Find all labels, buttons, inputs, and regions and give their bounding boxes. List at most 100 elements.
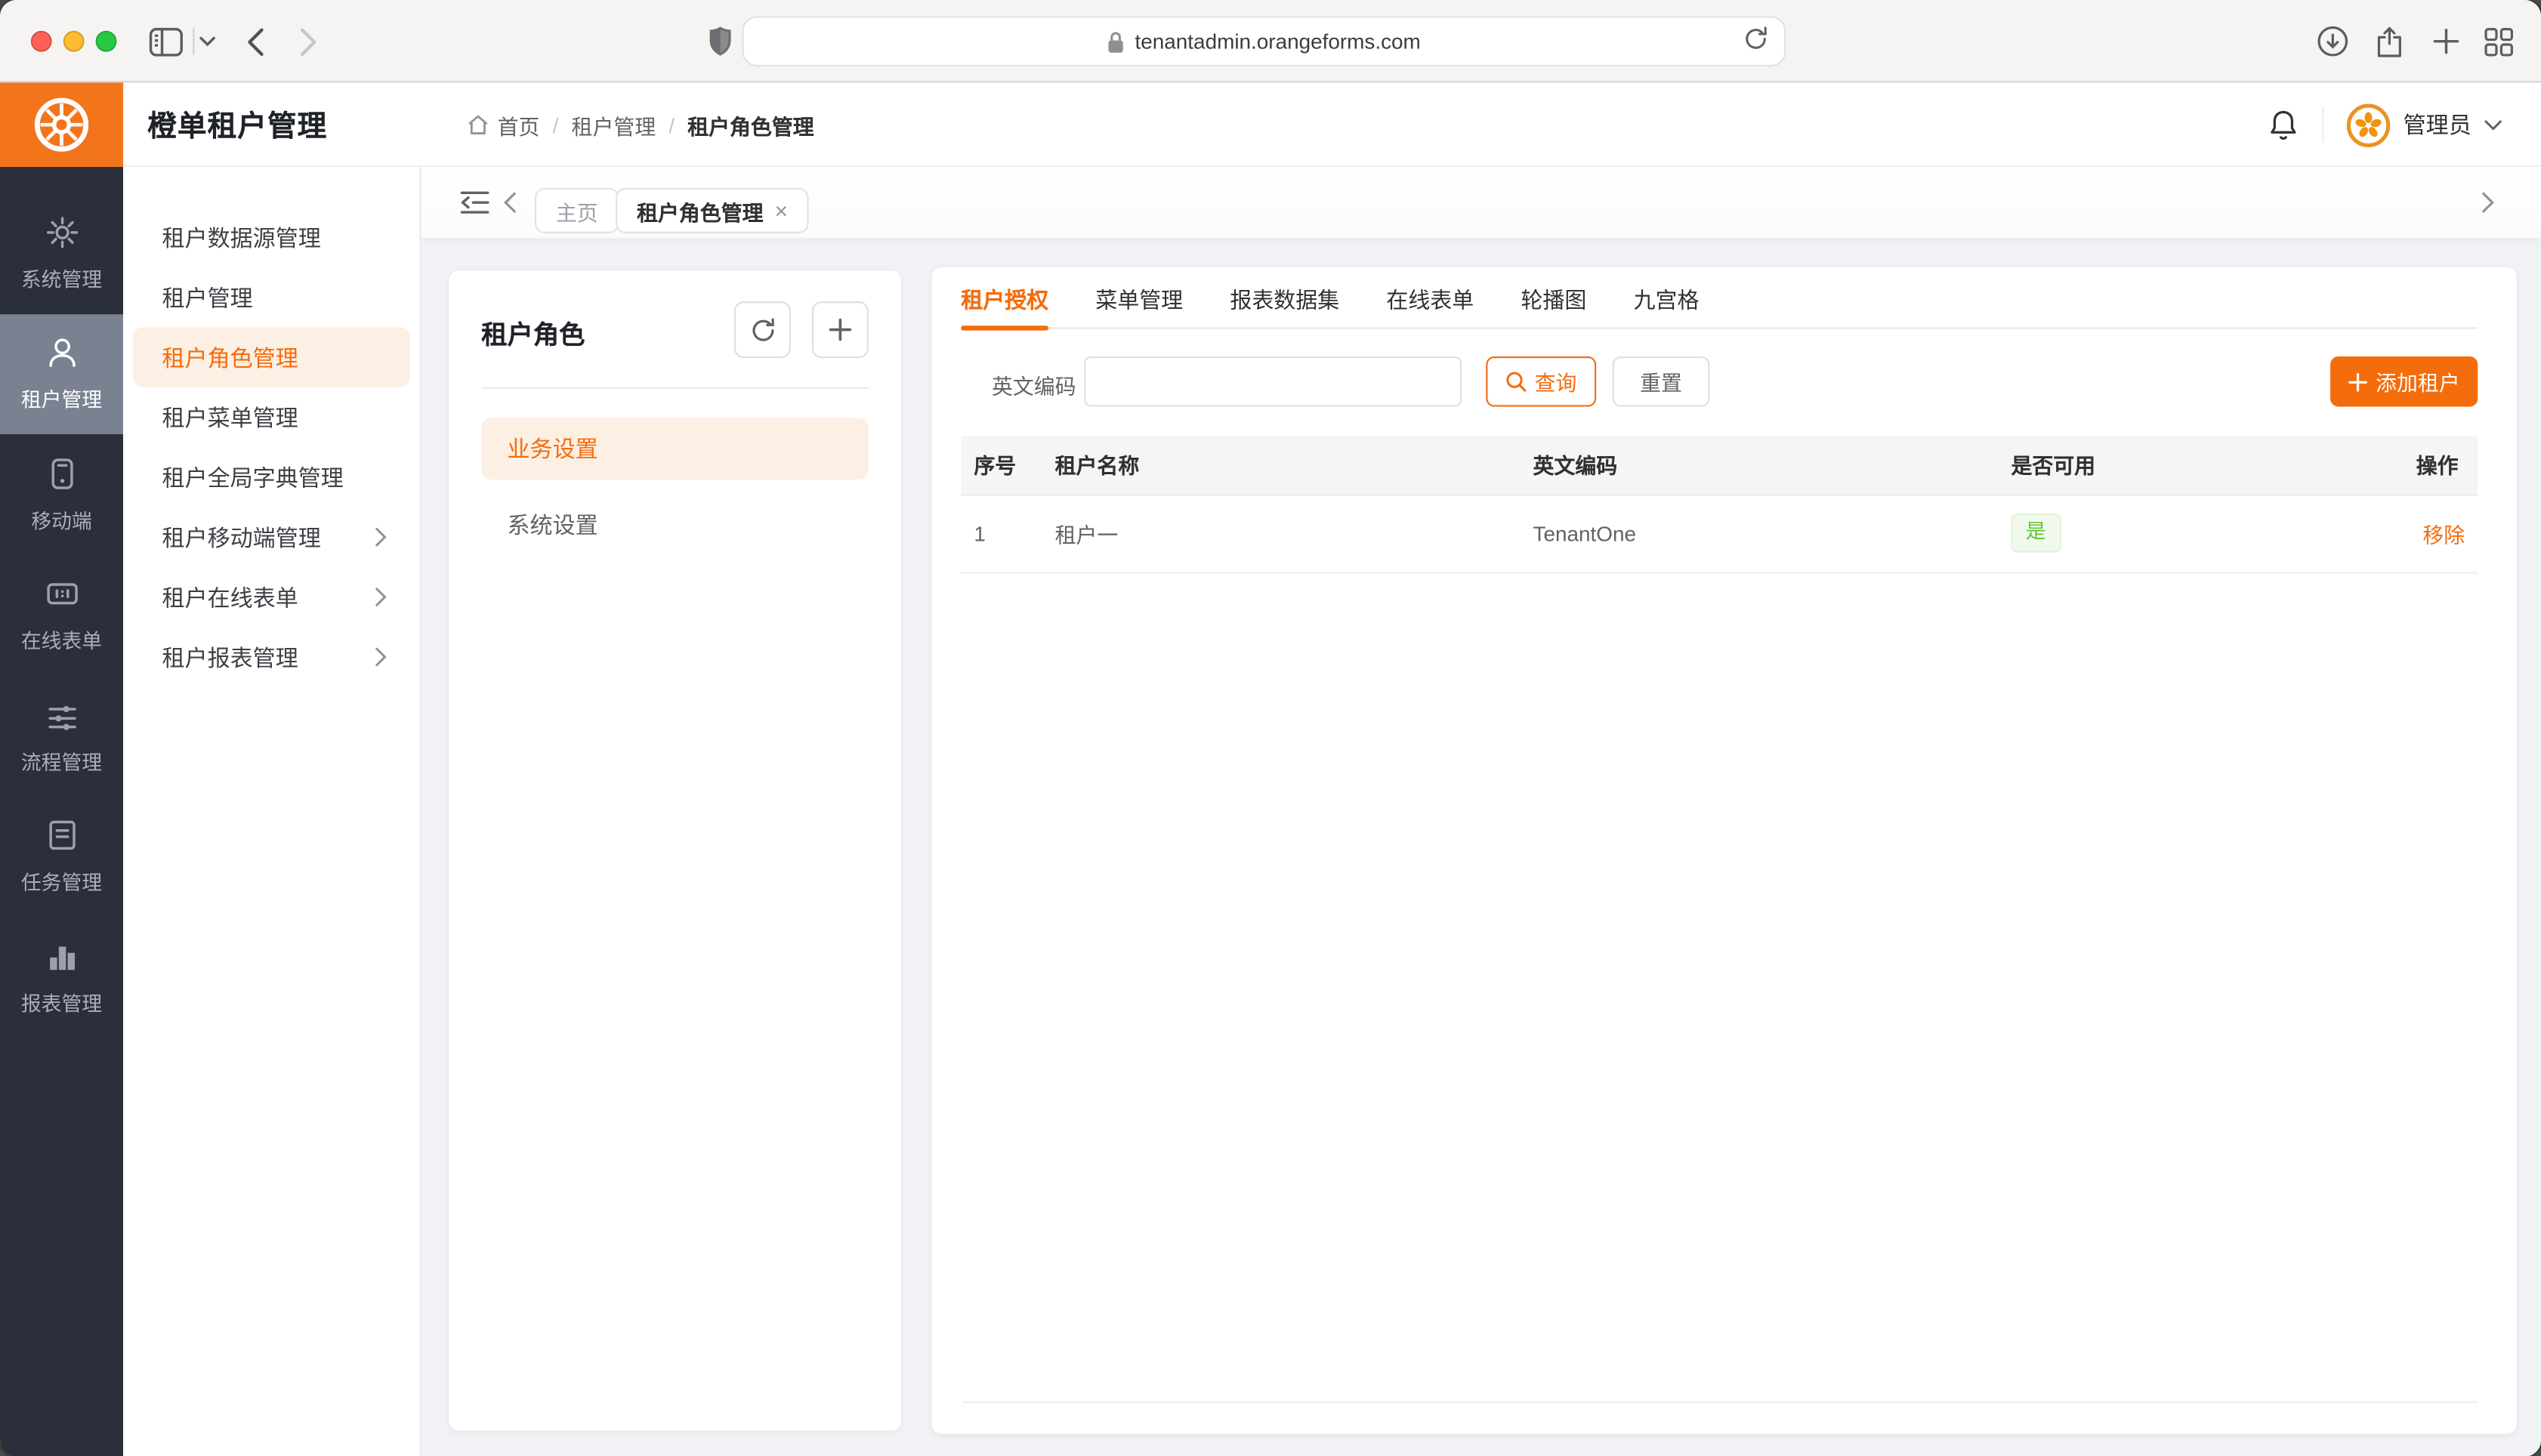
forward-icon[interactable] bbox=[293, 0, 323, 82]
col-header-action: 操作 bbox=[2404, 436, 2478, 494]
lock-icon bbox=[1107, 30, 1125, 53]
tab-home[interactable]: 主页 bbox=[535, 188, 619, 233]
chart-icon bbox=[43, 938, 80, 975]
breadcrumb-separator: / bbox=[553, 113, 559, 137]
breadcrumb: 首页 / 租户管理 / 租户角色管理 bbox=[467, 82, 814, 167]
table-bottom-divider bbox=[962, 1402, 2478, 1403]
rail-item-mobile[interactable]: 移动端 bbox=[0, 434, 123, 555]
app-header: 橙单租户管理 首页 / 租户管理 / 租户角色管理 bbox=[0, 82, 2541, 167]
rail-item-process[interactable]: 流程管理 bbox=[0, 676, 123, 797]
refresh-button[interactable] bbox=[734, 301, 791, 358]
notification-bell-icon[interactable] bbox=[2267, 108, 2299, 142]
fold-menu-icon[interactable] bbox=[460, 167, 489, 238]
breadcrumb-home[interactable]: 首页 bbox=[467, 110, 540, 140]
tenant-role-title: 租户角色 bbox=[481, 313, 585, 351]
table-row: 1 租户一 TenantOne 是 移除 bbox=[961, 494, 2478, 572]
submenu-item-online-form[interactable]: 租户在线表单 bbox=[133, 567, 410, 627]
submenu-item-tenant[interactable]: 租户管理 bbox=[133, 267, 410, 327]
tab-report-dataset[interactable]: 报表数据集 bbox=[1230, 267, 1339, 329]
plus-icon bbox=[2348, 372, 2368, 391]
col-header-name: 租户名称 bbox=[1042, 436, 1520, 494]
status-badge: 是 bbox=[2011, 514, 2060, 552]
breadcrumb-tenant-mgmt[interactable]: 租户管理 bbox=[572, 110, 656, 140]
icon-rail: 系统管理 租户管理 移动端 在线表单 流程管理 bbox=[0, 167, 123, 1456]
submenu-item-tenant-menu[interactable]: 租户菜单管理 bbox=[133, 387, 410, 447]
avatar bbox=[2347, 103, 2391, 147]
toolbar-divider bbox=[193, 27, 194, 54]
submenu-item-report-mgmt[interactable]: 租户报表管理 bbox=[133, 627, 410, 686]
home-icon bbox=[467, 113, 489, 136]
username-label: 管理员 bbox=[2404, 109, 2472, 141]
chevron-down-icon bbox=[2484, 119, 2502, 131]
content-area: 主页 租户角色管理 × 租户角色 bbox=[421, 167, 2541, 1456]
sidebar-toggle-icon[interactable] bbox=[146, 0, 184, 82]
tab-nine-grid[interactable]: 九宫格 bbox=[1634, 267, 1700, 329]
tenant-role-panel-header: 租户角色 bbox=[481, 270, 869, 389]
back-icon[interactable] bbox=[240, 0, 270, 82]
tenant-role-panel: 租户角色 业务设置 系统设置 bbox=[449, 270, 901, 1430]
chevron-right-icon bbox=[375, 587, 387, 608]
col-header-code: 英文编码 bbox=[1520, 436, 1998, 494]
rail-item-report[interactable]: 报表管理 bbox=[0, 917, 123, 1038]
chevron-right-icon bbox=[375, 526, 387, 548]
add-tenant-button[interactable]: 添加租户 bbox=[2330, 356, 2478, 407]
role-item-business-settings[interactable]: 业务设置 bbox=[481, 418, 869, 480]
safari-window: tenantadmin.orangeforms.com bbox=[0, 0, 2541, 1456]
close-window-button[interactable] bbox=[31, 31, 52, 52]
rail-item-online-form[interactable]: 在线表单 bbox=[0, 555, 123, 676]
share-icon[interactable] bbox=[2373, 0, 2405, 82]
reload-icon[interactable] bbox=[1743, 26, 1768, 57]
role-item-system-settings[interactable]: 系统设置 bbox=[481, 494, 869, 556]
sliders-icon bbox=[43, 696, 80, 733]
orange-wheel-icon bbox=[27, 91, 95, 159]
remove-link[interactable]: 移除 bbox=[2422, 523, 2465, 547]
tab-overview-icon[interactable] bbox=[2483, 0, 2515, 82]
add-role-button[interactable] bbox=[812, 301, 869, 358]
gear-icon bbox=[43, 214, 80, 251]
macos-window-viewport: tenantadmin.orangeforms.com bbox=[0, 0, 2541, 1456]
user-menu[interactable]: 管理员 bbox=[2347, 103, 2502, 147]
rail-item-system[interactable]: 系统管理 bbox=[0, 193, 123, 313]
privacy-shield-icon[interactable] bbox=[703, 0, 736, 82]
rail-item-task[interactable]: 任务管理 bbox=[0, 796, 123, 917]
submenu-item-datasource[interactable]: 租户数据源管理 bbox=[133, 208, 410, 267]
tenant-auth-panel: 租户授权 菜单管理 报表数据集 在线表单 轮播图 九宫格 英文编码 查询 重置 … bbox=[932, 267, 2517, 1434]
browser-toolbar: tenantadmin.orangeforms.com bbox=[0, 0, 2541, 82]
new-tab-icon[interactable] bbox=[2429, 0, 2462, 82]
cell-english-code: TenantOne bbox=[1520, 494, 1998, 572]
reset-button[interactable]: 重置 bbox=[1613, 356, 1710, 407]
tab-tenant-auth[interactable]: 租户授权 bbox=[961, 267, 1048, 329]
url-bar[interactable]: tenantadmin.orangeforms.com bbox=[743, 16, 1786, 66]
user-icon bbox=[43, 334, 80, 371]
tab-online-form[interactable]: 在线表单 bbox=[1386, 267, 1474, 329]
col-header-available: 是否可用 bbox=[1998, 436, 2403, 494]
zoom-window-button[interactable] bbox=[96, 31, 117, 52]
downloads-icon[interactable] bbox=[2316, 0, 2348, 82]
submenu-item-dict[interactable]: 租户全局字典管理 bbox=[133, 447, 410, 507]
search-icon bbox=[1505, 371, 1527, 392]
tab-tenant-role-mgmt[interactable]: 租户角色管理 × bbox=[616, 188, 809, 233]
tab-menu-mgmt[interactable]: 菜单管理 bbox=[1095, 267, 1183, 329]
query-button[interactable]: 查询 bbox=[1486, 356, 1596, 407]
cell-tenant-name: 租户一 bbox=[1042, 494, 1520, 572]
rail-item-tenant[interactable]: 租户管理 bbox=[0, 313, 123, 434]
tenant-table: 序号 租户名称 英文编码 是否可用 操作 1 租户一 TenantOne 是 移… bbox=[961, 436, 2478, 572]
search-toolbar: 英文编码 查询 重置 添加租户 bbox=[961, 329, 2478, 436]
minimize-window-button[interactable] bbox=[63, 31, 85, 52]
breadcrumb-separator: / bbox=[668, 113, 675, 137]
search-field-label: 英文编码 bbox=[992, 369, 1076, 400]
english-code-input[interactable] bbox=[1084, 356, 1462, 407]
tabs-scroll-right-icon[interactable] bbox=[2481, 167, 2496, 238]
page-tabstrip: 主页 租户角色管理 × bbox=[421, 167, 2541, 238]
submenu-item-tenant-role[interactable]: 租户角色管理 bbox=[133, 327, 410, 387]
table-header-row: 序号 租户名称 英文编码 是否可用 操作 bbox=[961, 436, 2478, 494]
refresh-icon bbox=[749, 316, 775, 342]
sidebar-chevron-down-icon[interactable] bbox=[198, 0, 218, 82]
tabs-scroll-left-icon[interactable] bbox=[502, 167, 517, 238]
close-tab-icon[interactable]: × bbox=[775, 199, 789, 222]
page-title: 橙单租户管理 bbox=[147, 82, 327, 167]
tab-carousel[interactable]: 轮播图 bbox=[1521, 267, 1586, 329]
submenu-panel: 租户数据源管理 租户管理 租户角色管理 租户菜单管理 租户全局字典管理 租户移动… bbox=[123, 167, 421, 1456]
submenu-item-mobile-mgmt[interactable]: 租户移动端管理 bbox=[133, 507, 410, 567]
cell-index: 1 bbox=[961, 494, 1042, 572]
